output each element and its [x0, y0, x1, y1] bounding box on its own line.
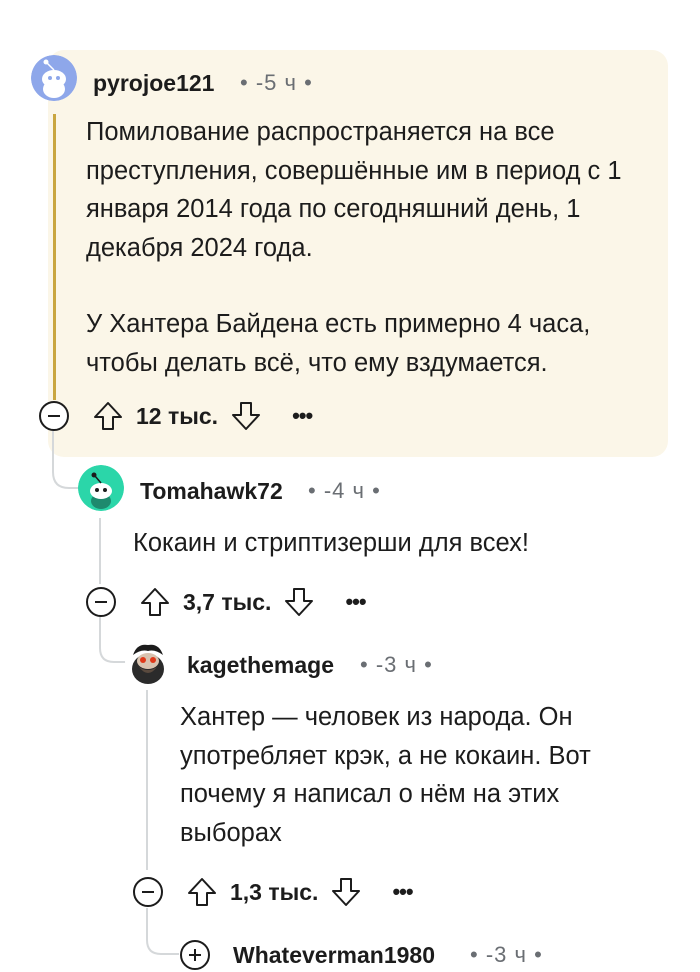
- thread-line-accent[interactable]: [53, 114, 56, 400]
- thread-line-3[interactable]: [146, 690, 148, 870]
- arrow-down-icon: [232, 402, 261, 430]
- arrow-up-icon: [94, 402, 122, 430]
- vote-count: 1,3 тыс.: [230, 878, 319, 905]
- thread-connector-3: [146, 908, 179, 955]
- more-horizontal-icon: •••: [392, 879, 413, 904]
- comment-actions: 3,7 тыс. •••: [85, 585, 367, 619]
- more-horizontal-icon: •••: [345, 589, 366, 614]
- timestamp: • -3 ч •: [360, 652, 433, 677]
- minus-circle-icon: [39, 401, 69, 431]
- downvote-button[interactable]: [330, 876, 362, 908]
- upvote-button[interactable]: [186, 876, 218, 908]
- expand-button[interactable]: [179, 939, 211, 971]
- collapsed-comment-row: [179, 938, 211, 972]
- timestamp: • -5 ч •: [240, 70, 313, 95]
- snoo-avatar-icon: [31, 55, 77, 101]
- upvote-button[interactable]: [139, 586, 171, 618]
- comment-body: Кокаин и стриптизерши для всех!: [133, 524, 663, 563]
- collapse-button[interactable]: [85, 586, 117, 618]
- timestamp: • -4 ч •: [308, 478, 381, 503]
- snoo-avatar-icon: [78, 465, 124, 511]
- minus-circle-icon: [86, 587, 116, 617]
- username[interactable]: Tomahawk72: [140, 478, 283, 505]
- plus-circle-icon: [180, 940, 210, 970]
- downvote-button[interactable]: [230, 400, 262, 432]
- arrow-down-icon: [332, 878, 361, 906]
- upvote-button[interactable]: [92, 400, 124, 432]
- arrow-down-icon: [285, 588, 314, 616]
- downvote-button[interactable]: [283, 586, 315, 618]
- collapse-button[interactable]: [132, 876, 164, 908]
- comment-paragraph: Кокаин и стриптизерши для всех!: [133, 529, 529, 557]
- avatar[interactable]: [125, 639, 171, 685]
- timestamp: • -3 ч •: [470, 942, 543, 967]
- avatar[interactable]: [31, 55, 77, 101]
- thread-line-2[interactable]: [99, 518, 101, 584]
- comment-actions: 1,3 тыс. •••: [132, 875, 414, 909]
- comment-body: Хантер — человек из народа. Он употребля…: [180, 698, 660, 852]
- comment-actions: 12 тыс. •••: [38, 399, 313, 433]
- more-options-button[interactable]: •••: [392, 879, 413, 905]
- username[interactable]: pyrojoe121: [93, 70, 214, 97]
- collapse-button[interactable]: [38, 400, 70, 432]
- minus-circle-icon: [133, 877, 163, 907]
- username[interactable]: kagethemage: [187, 652, 334, 679]
- comment-paragraph: У Хантера Байдена есть примерно 4 часа, …: [86, 310, 591, 377]
- username[interactable]: Whateverman1980: [233, 942, 435, 969]
- snoo-avatar-icon: [125, 639, 171, 685]
- more-horizontal-icon: •••: [292, 403, 313, 428]
- comment-paragraph: Помилование распространяется на все прес…: [86, 118, 622, 262]
- more-options-button[interactable]: •••: [292, 403, 313, 429]
- arrow-up-icon: [141, 588, 169, 616]
- avatar[interactable]: [78, 465, 124, 511]
- comment-paragraph: Хантер — человек из народа. Он употребля…: [180, 703, 591, 847]
- vote-count: 12 тыс.: [136, 402, 219, 429]
- vote-count: 3,7 тыс.: [183, 588, 272, 615]
- comment-body: Помилование распространяется на все прес…: [86, 113, 658, 382]
- more-options-button[interactable]: •••: [345, 589, 366, 615]
- arrow-up-icon: [188, 878, 216, 906]
